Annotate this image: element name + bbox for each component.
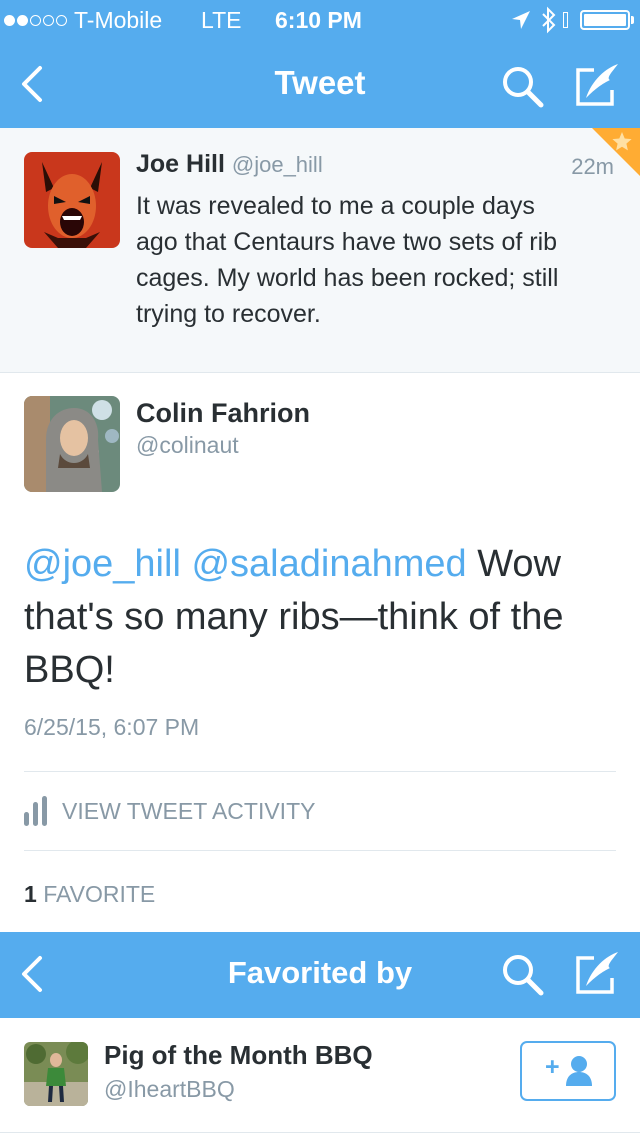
favorited-by-nav-bar: Favorited by [0, 932, 640, 1018]
tweet-text: It was revealed to me a couple days ago … [136, 188, 558, 332]
tweet-text-line: cages. My world has been rocked; still [136, 264, 559, 292]
tweet-text-line: It was revealed to me a couple days [136, 192, 535, 220]
favorite-star-icon [592, 128, 640, 176]
follow-button[interactable]: + [520, 1041, 616, 1101]
user-name[interactable]: Pig of the Month BBQ [104, 1040, 373, 1071]
tweet-text: @joe_hill @saladinahmed Wow that's so ma… [24, 538, 624, 697]
view-tweet-activity-label: VIEW TWEET ACTIVITY [62, 798, 316, 824]
tweet-text-line: trying to recover. [136, 300, 321, 328]
analytics-bars-icon [24, 796, 47, 826]
battery-icon [580, 10, 630, 30]
parent-tweet[interactable]: Joe Hill @joe_hill 22m It was revealed t… [0, 128, 640, 372]
favorites-count[interactable]: 1 FAVORITE [24, 881, 155, 908]
mention-link[interactable]: @saladinahmed [191, 543, 466, 585]
divider [0, 1132, 640, 1133]
tweet-text-line: that's so many ribs—think of the [24, 596, 564, 638]
network-label: LTE [201, 7, 242, 33]
avatar[interactable] [24, 152, 120, 248]
battery-charge-icon [560, 10, 572, 30]
signal-dot-icon [56, 15, 67, 26]
user-handle[interactable]: @IheartBBQ [104, 1076, 235, 1103]
bluetooth-icon [542, 6, 556, 34]
signal-dot-icon [43, 15, 54, 26]
favorite-count-number: 1 [24, 881, 37, 907]
avatar[interactable] [24, 396, 120, 492]
add-user-icon [566, 1056, 592, 1086]
follow-plus: + [545, 1053, 560, 1081]
author-name[interactable]: Colin Fahrion [136, 398, 310, 429]
favorite-count-label: FAVORITE [43, 881, 156, 907]
tweet-text-line: ago that Centaurs have two sets of rib [136, 228, 558, 256]
author-handle[interactable]: @joe_hill [232, 152, 323, 177]
tweet-text-segment: Wow [477, 543, 561, 585]
carrier-label: T-Mobile [74, 7, 163, 33]
search-icon[interactable] [500, 64, 546, 110]
signal-dot-icon [4, 15, 15, 26]
clock: 6:10 PM [275, 7, 362, 33]
search-icon[interactable] [500, 952, 546, 998]
divider [0, 372, 640, 373]
list-item[interactable]: Pig of the Month BBQ @IheartBBQ + [0, 1018, 640, 1136]
compose-icon[interactable] [572, 950, 622, 998]
mention-link[interactable]: @joe_hill [24, 543, 181, 585]
view-tweet-activity-button[interactable]: VIEW TWEET ACTIVITY [24, 790, 616, 834]
signal-dot-icon [30, 15, 41, 26]
compose-icon[interactable] [572, 62, 622, 110]
location-arrow-icon [512, 11, 530, 29]
nav-bar: Tweet [0, 40, 640, 128]
tweet-timestamp: 6/25/15, 6:07 PM [24, 714, 200, 740]
author-name[interactable]: Joe Hill [136, 150, 225, 178]
author-handle[interactable]: @colinaut [136, 432, 239, 459]
signal-dot-icon [17, 15, 28, 26]
battery-tip [631, 16, 634, 24]
divider [24, 850, 616, 851]
avatar[interactable] [24, 1042, 88, 1106]
tweet-text-line: BBQ! [24, 649, 115, 691]
divider [24, 771, 616, 772]
status-bar: T-Mobile LTE 6:10 PM [0, 0, 640, 40]
